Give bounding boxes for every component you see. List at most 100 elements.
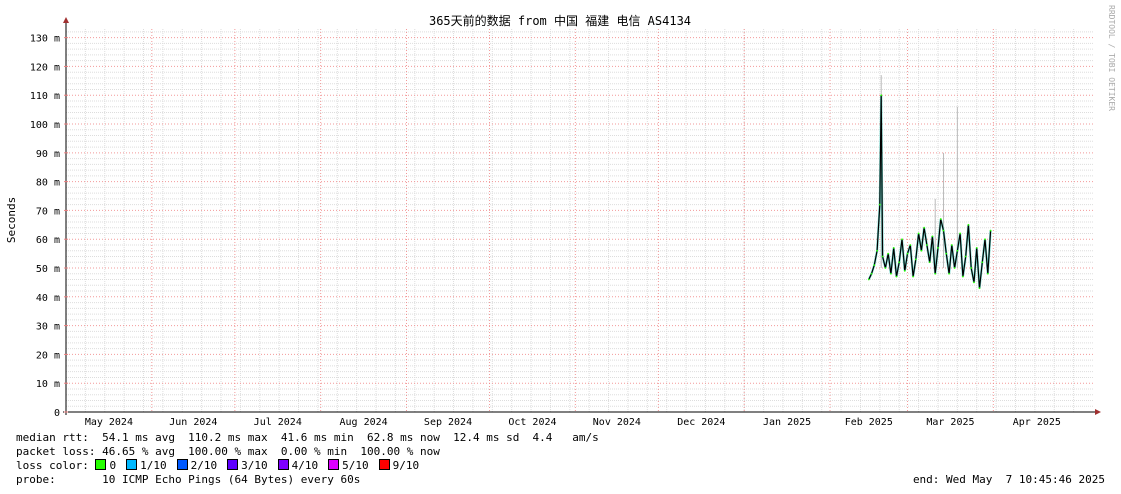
median-rtt-point bbox=[950, 244, 953, 246]
legend-end-time: end: Wed May 7 10:45:46 2025 bbox=[912, 473, 1105, 486]
median-rtt-point bbox=[892, 246, 895, 249]
y-tick-label: 130 m bbox=[30, 34, 60, 45]
x-tick-label: Feb 2025 bbox=[845, 417, 893, 428]
loss-color-label-item: 5/10 bbox=[342, 459, 369, 472]
x-tick-label: Apr 2025 bbox=[1013, 417, 1061, 428]
y-tick-label: 60 m bbox=[36, 235, 60, 246]
median-rtt-point bbox=[880, 94, 883, 97]
x-tick-label: Aug 2024 bbox=[339, 417, 387, 428]
median-rtt-point bbox=[934, 272, 937, 275]
median-rtt-point bbox=[986, 272, 989, 275]
median-rtt-point bbox=[890, 272, 892, 275]
y-tick-label: 10 m bbox=[36, 379, 60, 390]
median-rtt-point bbox=[906, 252, 909, 255]
x-tick-label: Jun 2024 bbox=[169, 417, 217, 428]
median-rtt-point bbox=[948, 272, 950, 275]
median-rtt-point bbox=[945, 252, 948, 255]
median-rtt-point bbox=[931, 235, 934, 238]
median-rtt-point bbox=[939, 218, 942, 220]
loss-color-label-item: 9/10 bbox=[392, 459, 420, 472]
loss-color-swatch bbox=[378, 459, 390, 470]
x-tick-label: Dec 2024 bbox=[677, 417, 725, 428]
y-tick-label: 100 m bbox=[30, 120, 60, 131]
x-tick-label: Mar 2025 bbox=[926, 417, 974, 428]
median-rtt-point bbox=[926, 244, 928, 246]
loss-color-item: 1/10 bbox=[126, 459, 167, 472]
median-rtt-point bbox=[970, 267, 973, 269]
median-rtt-point bbox=[961, 275, 964, 278]
loss-color-item: 5/10 bbox=[328, 459, 369, 472]
median-rtt-point bbox=[953, 267, 956, 269]
median-rtt-point bbox=[964, 255, 967, 258]
x-tick-label: Sep 2024 bbox=[424, 417, 472, 428]
x-tick-label: Jan 2025 bbox=[763, 417, 811, 428]
y-tick-label: 50 m bbox=[36, 264, 60, 275]
y-tick-label: 120 m bbox=[30, 62, 60, 73]
median-rtt-point bbox=[912, 275, 914, 278]
y-tick-label: 40 m bbox=[36, 293, 60, 304]
loss-color-swatches: 0 1/10 2/10 3/10 4/10 5/10 9/10 bbox=[95, 459, 429, 472]
x-tick-labels: May 2024 Jun 2024 Jul 2024 Aug 2024 Sep 2024… bbox=[85, 417, 1061, 428]
y-tick-label: 80 m bbox=[36, 178, 60, 189]
median-rtt-point bbox=[917, 232, 920, 235]
median-rtt-point bbox=[989, 229, 992, 232]
median-rtt-point bbox=[942, 229, 945, 232]
loss-color-swatch bbox=[227, 459, 239, 470]
median-rtt-point bbox=[984, 238, 986, 241]
median-rtt-point bbox=[901, 238, 903, 241]
x-tick-label: May 2024 bbox=[85, 417, 133, 428]
median-rtt-point bbox=[923, 226, 926, 229]
y-tick-label: 110 m bbox=[30, 91, 60, 102]
loss-color-label-item: 3/10 bbox=[241, 459, 268, 472]
y-tick-label: 70 m bbox=[36, 206, 60, 217]
y-tick-label: 0 bbox=[54, 408, 60, 419]
median-rtt-point bbox=[928, 261, 931, 264]
rrdtool-watermark: RRDTOOL / TOBI OETIKER bbox=[1107, 5, 1116, 111]
loss-color-swatch bbox=[176, 459, 188, 470]
y-axis-label: Seconds bbox=[5, 197, 18, 243]
median-rtt-point bbox=[887, 252, 890, 255]
median-rtt-point bbox=[981, 261, 984, 264]
y-tick-label: 90 m bbox=[36, 149, 60, 160]
loss-color-label-item: 1/10 bbox=[140, 459, 167, 472]
median-rtt-point bbox=[975, 246, 978, 249]
median-rtt-point bbox=[920, 249, 923, 252]
loss-color-item: 4/10 bbox=[277, 459, 319, 472]
y-tick-labels: 0 10 m 20 m 30 m 40 m 50 m 60 m 70 m 80 m 90 m 100… bbox=[30, 34, 68, 419]
legend-packet-loss: packet loss: 46.65 % avg 100.00 % max 0.… bbox=[16, 445, 440, 458]
median-rtt-point bbox=[873, 264, 876, 267]
loss-color-label-item: 4/10 bbox=[291, 459, 319, 472]
x-tick-label: Nov 2024 bbox=[593, 417, 641, 428]
loss-color-swatch bbox=[277, 459, 289, 470]
median-rtt-point bbox=[878, 203, 881, 206]
median-rtt-point bbox=[895, 275, 898, 278]
latency-chart: 365天前的数据 from 中国 福建 电信 AS4134 Seconds RR… bbox=[5, 5, 1116, 428]
median-rtt-point bbox=[959, 232, 962, 235]
median-rtt-point bbox=[867, 278, 870, 281]
loss-color-item: 9/10 bbox=[378, 459, 420, 472]
median-rtt-point bbox=[884, 267, 887, 269]
loss-color-label-item: 0 bbox=[109, 459, 117, 472]
loss-color-swatch bbox=[328, 459, 340, 470]
major-grid bbox=[65, 29, 1093, 412]
median-rtt-point bbox=[956, 249, 959, 252]
loss-color-item: 2/10 bbox=[176, 459, 217, 472]
median-rtt-point bbox=[937, 246, 939, 249]
median-rtt-point bbox=[973, 281, 975, 284]
loss-color-label: loss color: bbox=[16, 459, 89, 472]
median-rtt-point bbox=[870, 272, 873, 275]
loss-color-swatch bbox=[126, 459, 138, 470]
legend-rtt: median rtt: 54.1 ms avg 110.2 ms max 41.… bbox=[16, 431, 599, 444]
x-tick-label: Oct 2024 bbox=[508, 417, 556, 428]
y-tick-label: 30 m bbox=[36, 322, 60, 333]
median-rtt-point bbox=[898, 261, 901, 264]
median-rtt-point bbox=[903, 269, 906, 272]
loss-color-item: 3/10 bbox=[227, 459, 268, 472]
median-rtt-point bbox=[978, 287, 981, 290]
median-rtt-point bbox=[914, 258, 917, 261]
y-tick-label: 20 m bbox=[36, 350, 60, 361]
legend-loss-colors: loss color: 0 1/10 2/10 3/10 4/10 5/10 9/10 bbox=[16, 459, 429, 473]
median-rtt-point bbox=[967, 223, 970, 226]
x-axis-arrow bbox=[1095, 409, 1101, 415]
loss-color-swatch bbox=[95, 459, 107, 470]
